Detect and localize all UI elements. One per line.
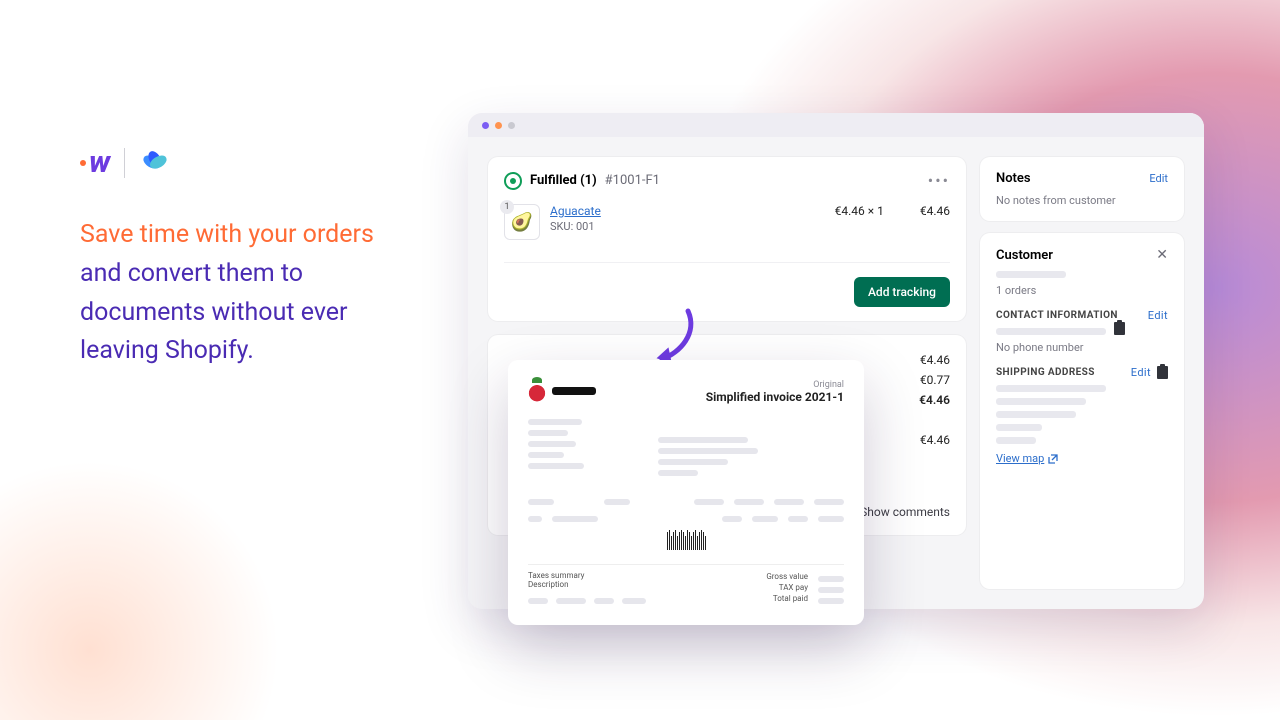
- totals-list: €4.46 €0.77 €4.46 €4.46: [919, 353, 950, 447]
- stage: w Save time with your orders and convert…: [0, 0, 1280, 720]
- add-tracking-button[interactable]: Add tracking: [854, 277, 950, 307]
- placeholder-line: [996, 385, 1106, 392]
- total-value: €4.46: [919, 353, 950, 367]
- product-sku: SKU: 001: [550, 220, 601, 233]
- headline: Save time with your orders and convert t…: [80, 216, 420, 371]
- placeholder-line: [996, 398, 1086, 405]
- invoice-preview: Original Simplified invoice 2021-1: [508, 360, 864, 625]
- clipboard-icon[interactable]: [1114, 322, 1125, 335]
- placeholder-line: [996, 437, 1036, 444]
- customer-card: Customer ✕ 1 orders CONTACT INFORMATION …: [980, 233, 1184, 589]
- line-total: €4.46: [920, 204, 950, 218]
- strawberry-icon: [528, 380, 546, 402]
- barcode-icon: [667, 530, 706, 550]
- barcode-area: [528, 522, 844, 550]
- headline-highlight: Save time with your orders: [80, 220, 374, 249]
- button-row: Add tracking: [504, 262, 950, 307]
- line-prices: €4.46 × 1 €4.46: [835, 204, 950, 218]
- traffic-light-icon[interactable]: [495, 122, 502, 129]
- more-icon[interactable]: •••: [928, 171, 950, 190]
- traffic-light-icon[interactable]: [508, 122, 515, 129]
- invoice-summary: Taxes summary Description Gross value TA…: [528, 564, 844, 605]
- clipboard-icon[interactable]: [1157, 366, 1168, 379]
- total-value: €4.46: [919, 393, 950, 407]
- invoice-logo: [528, 380, 596, 402]
- placeholder-line: [996, 271, 1066, 278]
- close-icon[interactable]: ✕: [1156, 247, 1168, 263]
- flower-logo-icon: [141, 149, 169, 177]
- no-phone: No phone number: [996, 341, 1168, 354]
- tax-label: TAX pay: [766, 582, 808, 593]
- show-comments-toggle[interactable]: Show comments: [860, 505, 950, 519]
- invoice-original-label: Original: [706, 380, 844, 390]
- brand-logos: w: [80, 145, 420, 180]
- product-meta: Aguacate SKU: 001: [550, 204, 601, 233]
- invoice-table-head: [528, 494, 844, 505]
- w-logo: w: [80, 145, 108, 180]
- placeholder-line: [996, 328, 1106, 335]
- shipping-heading: SHIPPING ADDRESS: [996, 367, 1095, 378]
- description-label: Description: [528, 580, 646, 589]
- invoice-address-block: [528, 414, 844, 476]
- gross-label: Gross value: [766, 571, 808, 582]
- notes-card: Notes Edit No notes from customer: [980, 157, 1184, 221]
- taxes-summary-label: Taxes summary: [528, 571, 646, 580]
- view-map-link[interactable]: View map: [996, 452, 1058, 465]
- edit-link[interactable]: Edit: [1148, 309, 1168, 322]
- product-link[interactable]: Aguacate: [550, 204, 601, 218]
- total-value: €4.46: [919, 433, 950, 447]
- placeholder-line: [996, 424, 1042, 431]
- logo-text-placeholder: [552, 387, 596, 395]
- view-map-label: View map: [996, 452, 1044, 465]
- unit-price: €4.46 × 1: [835, 204, 884, 218]
- notes-empty: No notes from customer: [996, 194, 1168, 207]
- qty-badge: 1: [500, 200, 514, 214]
- edit-link[interactable]: Edit: [1131, 366, 1151, 379]
- check-circle-icon: [504, 172, 522, 190]
- invoice-table-row: [528, 511, 844, 522]
- separator: [124, 148, 125, 178]
- paid-label: Total paid: [766, 593, 808, 604]
- w-letter-icon: w: [89, 145, 108, 180]
- placeholder-line: [996, 411, 1076, 418]
- product-thumb: 1 🥑: [504, 204, 540, 240]
- side-column: Notes Edit No notes from customer Custom…: [980, 157, 1184, 589]
- external-link-icon: [1048, 454, 1058, 464]
- notes-title: Notes: [996, 171, 1031, 186]
- contact-heading: CONTACT INFORMATION: [996, 310, 1118, 321]
- fulfillment-id: #1001-F1: [605, 173, 660, 188]
- traffic-light-icon[interactable]: [482, 122, 489, 129]
- orders-count: 1 orders: [996, 284, 1168, 297]
- customer-title: Customer: [996, 248, 1053, 263]
- invoice-title: Simplified invoice 2021-1: [706, 390, 844, 404]
- edit-link[interactable]: Edit: [1149, 172, 1168, 185]
- line-item: 1 🥑 Aguacate SKU: 001 €4.46 × 1 €4.46: [504, 204, 950, 240]
- fulfillment-header: Fulfilled (1) #1001-F1 •••: [504, 171, 950, 190]
- headline-rest: and convert them to documents without ev…: [80, 259, 348, 366]
- dot-icon: [80, 160, 86, 166]
- promo-panel: w Save time with your orders and convert…: [80, 145, 420, 371]
- fulfillment-status: Fulfilled (1): [530, 173, 597, 188]
- fulfillment-card: Fulfilled (1) #1001-F1 ••• 1 🥑 Aguacate …: [488, 157, 966, 321]
- total-value: €0.77: [919, 373, 950, 387]
- window-chrome: [468, 113, 1204, 137]
